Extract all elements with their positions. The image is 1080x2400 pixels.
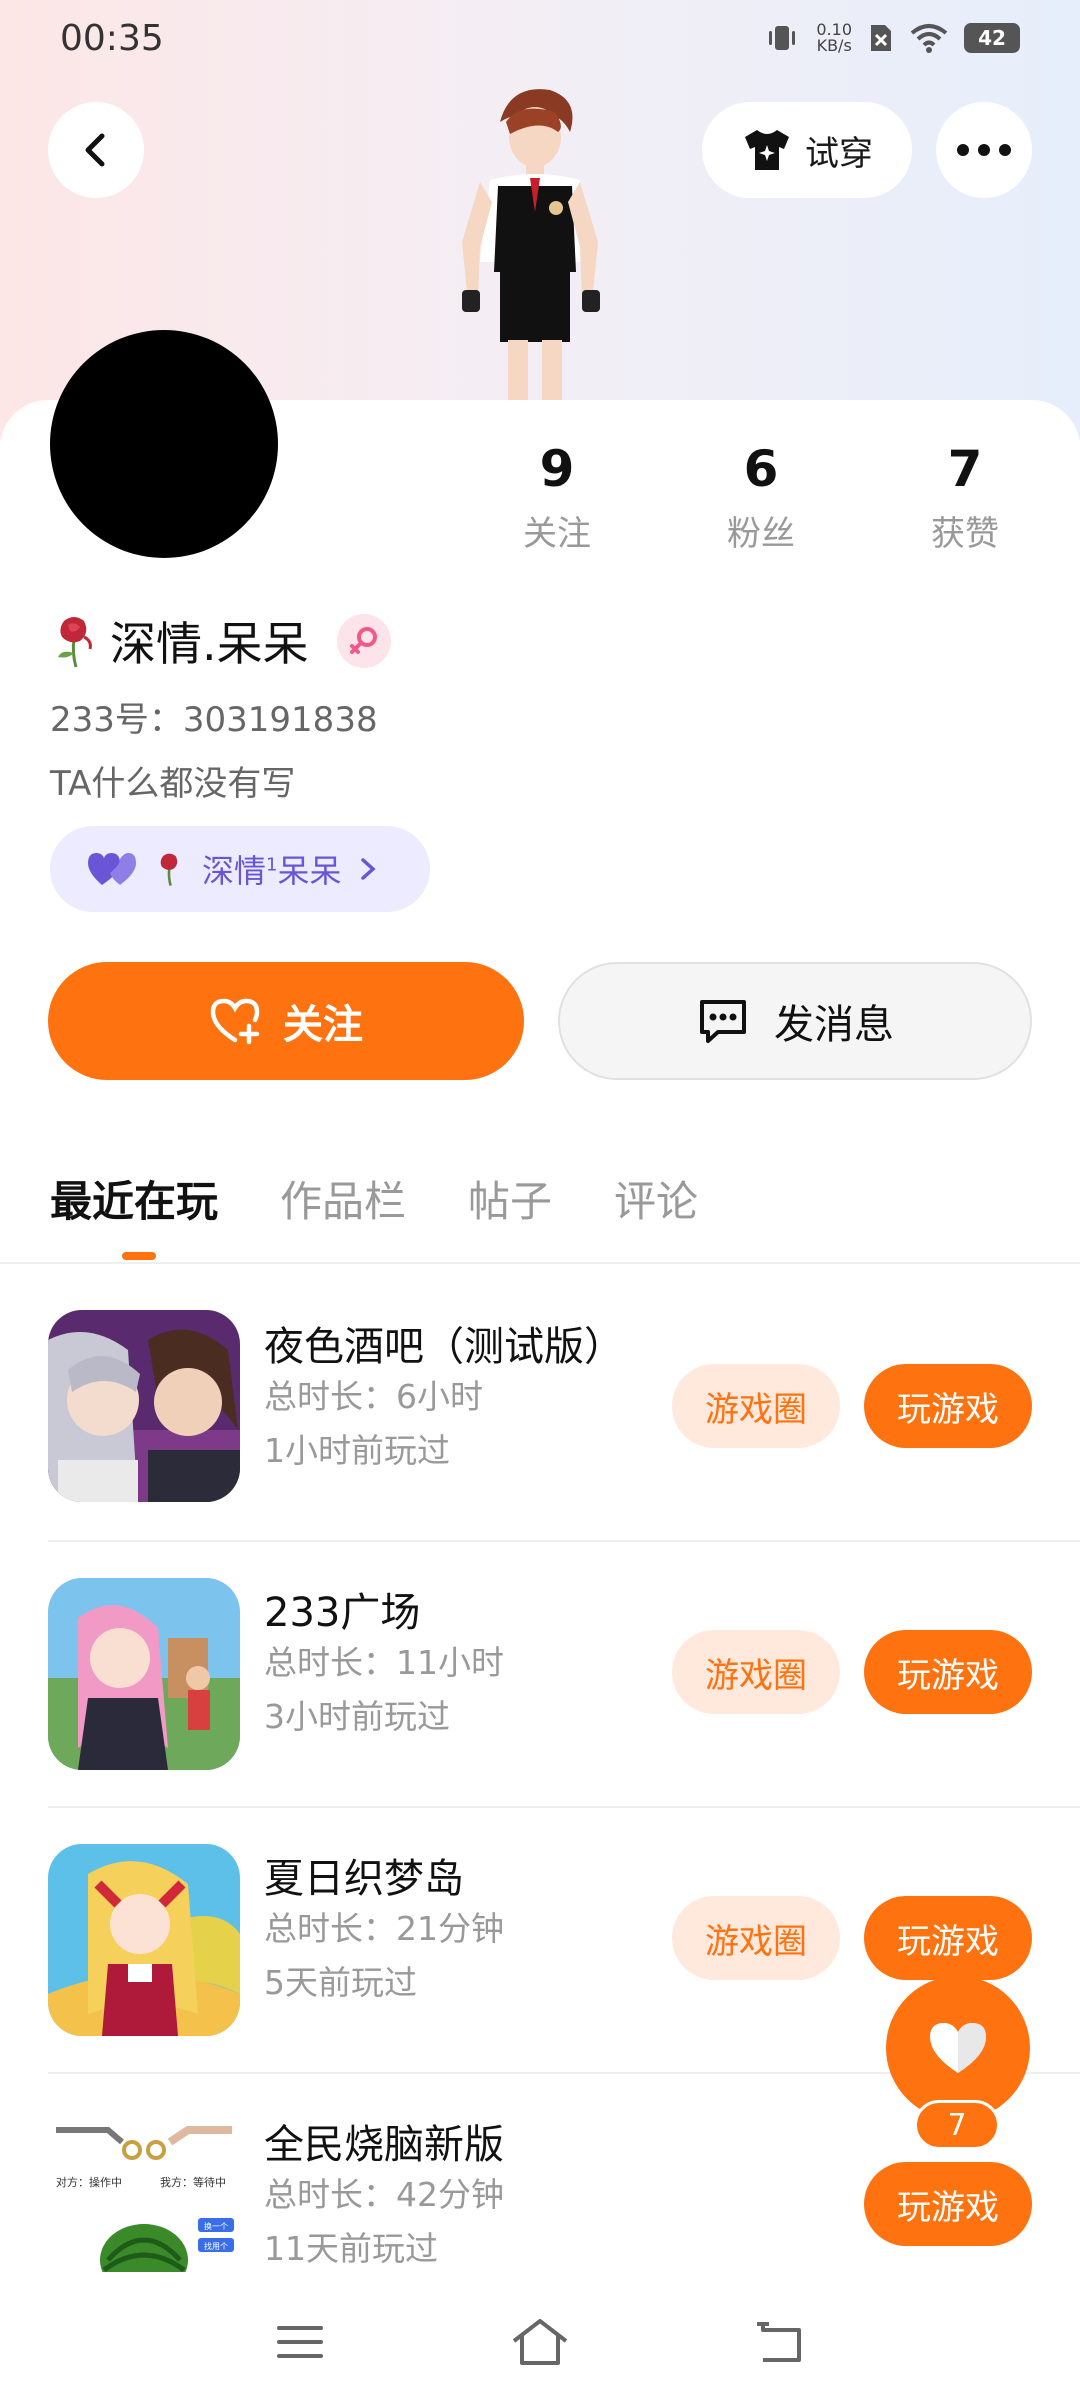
net-speed: 0.10 KB/s xyxy=(816,22,852,54)
vibrate-icon xyxy=(769,26,796,50)
status-time: 00:35 xyxy=(60,18,164,59)
tab-recent-played[interactable]: 最近在玩 xyxy=(50,1168,218,1229)
game-duration: 总时长：21分钟 xyxy=(264,1909,504,1948)
game-duration: 总时长：11小时 xyxy=(264,1643,504,1682)
nav-menu-button[interactable] xyxy=(260,2302,340,2382)
message-label: 发消息 xyxy=(774,1002,894,1048)
like-count-badge: 7 xyxy=(914,2100,1000,2150)
female-icon xyxy=(349,627,377,654)
wilted-rose-small-icon xyxy=(160,853,178,886)
tab-works[interactable]: 作品栏 xyxy=(280,1168,406,1229)
more-button[interactable] xyxy=(936,102,1032,198)
cp-name: 深情1呆呆 xyxy=(202,846,341,892)
sim-blocked-icon xyxy=(871,25,891,51)
game-thumbnail: 对方：操作中 我方：等待中 换一个 找用个 xyxy=(48,2110,240,2272)
stat-likes-label: 获赞 xyxy=(931,514,999,554)
thumb-btn2-text: 找用个 xyxy=(204,2241,228,2251)
game-title: 夏日织梦岛 xyxy=(264,1856,464,1902)
thumb-text-right: 我方：等待中 xyxy=(160,2175,226,2189)
profile-page: 00:35 0.10 KB/s 42 试穿 9 关注 6 粉丝 7 获赞 深情.… xyxy=(0,0,1080,2400)
chevron-right-icon xyxy=(361,858,377,880)
profile-tabs: 最近在玩 作品栏 帖子 评论 xyxy=(50,1168,698,1229)
stat-likes[interactable]: 7 获赞 xyxy=(890,440,1040,555)
stat-following-value: 9 xyxy=(539,440,575,498)
game-title: 全民烧脑新版 xyxy=(264,2122,504,2168)
wifi-icon xyxy=(910,24,948,53)
status-bar: 00:35 0.10 KB/s 42 xyxy=(0,0,1080,80)
shirt-icon xyxy=(745,130,789,170)
cp-name-b: 呆呆 xyxy=(277,852,342,890)
heart-icon xyxy=(930,2023,986,2073)
game-last-played: 1小时前玩过 xyxy=(264,1431,450,1470)
user-id: 233号：303191838 xyxy=(50,700,378,740)
menu-icon xyxy=(277,2326,323,2358)
back-button[interactable] xyxy=(48,102,144,198)
battery-indicator: 42 xyxy=(964,23,1020,53)
game-circle-button[interactable]: 游戏圈 xyxy=(672,1896,840,1980)
gender-badge xyxy=(336,614,391,668)
play-game-button[interactable]: 玩游戏 xyxy=(864,2162,1032,2246)
name-row: 深情.呆呆 xyxy=(50,608,391,674)
cp-relation-tag[interactable]: 深情1呆呆 xyxy=(50,826,430,912)
status-icons: 0.10 KB/s 42 xyxy=(764,22,1020,54)
net-speed-unit: KB/s xyxy=(816,36,852,55)
play-game-button[interactable]: 玩游戏 xyxy=(864,1630,1032,1714)
chat-bubble-icon xyxy=(700,1000,746,1043)
like-fab[interactable] xyxy=(886,1976,1030,2120)
game-thumbnail xyxy=(48,1578,240,1770)
user-bio: TA什么都没有写 xyxy=(50,764,296,804)
thumb-btn1-text: 换一个 xyxy=(204,2221,228,2231)
avatar-3d-character[interactable] xyxy=(440,82,620,402)
stat-followers[interactable]: 6 粉丝 xyxy=(686,440,836,555)
stat-following-label: 关注 xyxy=(523,514,591,554)
game-thumbnail xyxy=(48,1844,240,2036)
stat-followers-value: 6 xyxy=(743,440,779,498)
double-heart-icon xyxy=(88,853,136,885)
tryon-button[interactable]: 试穿 xyxy=(702,102,912,198)
game-duration: 总时长：6小时 xyxy=(264,1377,483,1416)
game-duration: 总时长：42分钟 xyxy=(264,2175,504,2214)
tab-indicator xyxy=(122,1252,156,1260)
game-circle-button[interactable]: 游戏圈 xyxy=(672,1364,840,1448)
message-button[interactable]: 发消息 xyxy=(558,962,1032,1080)
wilted-rose-icon xyxy=(58,617,92,668)
follow-button[interactable]: 关注 xyxy=(48,962,524,1080)
game-thumbnail xyxy=(48,1310,240,1502)
follow-label: 关注 xyxy=(283,1002,363,1048)
stat-likes-value: 7 xyxy=(947,440,983,498)
game-last-played: 3小时前玩过 xyxy=(264,1697,450,1736)
game-title: 233广场 xyxy=(264,1590,421,1636)
back-arrow-icon xyxy=(85,133,105,167)
user-name: 深情.呆呆 xyxy=(110,617,309,671)
stat-followers-label: 粉丝 xyxy=(727,514,795,554)
tab-comments[interactable]: 评论 xyxy=(614,1168,698,1229)
game-circle-button[interactable]: 游戏圈 xyxy=(672,1630,840,1714)
cp-superscript: 1 xyxy=(266,854,278,876)
avatar[interactable] xyxy=(50,330,278,558)
play-game-button[interactable]: 玩游戏 xyxy=(864,1896,1032,1980)
nav-back-button[interactable] xyxy=(740,2302,820,2382)
more-dots-icon xyxy=(957,144,1011,156)
play-game-button[interactable]: 玩游戏 xyxy=(864,1364,1032,1448)
game-row[interactable]: 233广场 总时长：11小时 3小时前玩过 游戏圈 玩游戏 xyxy=(0,1530,1080,1795)
tab-posts[interactable]: 帖子 xyxy=(468,1168,552,1229)
tryon-label: 试穿 xyxy=(805,133,873,174)
game-last-played: 11天前玩过 xyxy=(264,2229,438,2268)
cp-name-a: 深情 xyxy=(202,852,267,890)
nav-home-button[interactable] xyxy=(500,2302,580,2382)
stat-following[interactable]: 9 关注 xyxy=(482,440,632,555)
game-row[interactable]: 夜色酒吧（测试版） 总时长：6小时 1小时前玩过 游戏圈 玩游戏 xyxy=(0,1264,1080,1529)
thumb-text-left: 对方：操作中 xyxy=(56,2175,122,2189)
game-title: 夜色酒吧（测试版） xyxy=(264,1324,624,1370)
home-icon xyxy=(512,2319,568,2365)
system-nav-bar xyxy=(0,2282,1080,2400)
back-icon xyxy=(757,2322,801,2362)
heart-plus-icon xyxy=(210,998,260,1045)
game-last-played: 5天前玩过 xyxy=(264,1963,417,2002)
